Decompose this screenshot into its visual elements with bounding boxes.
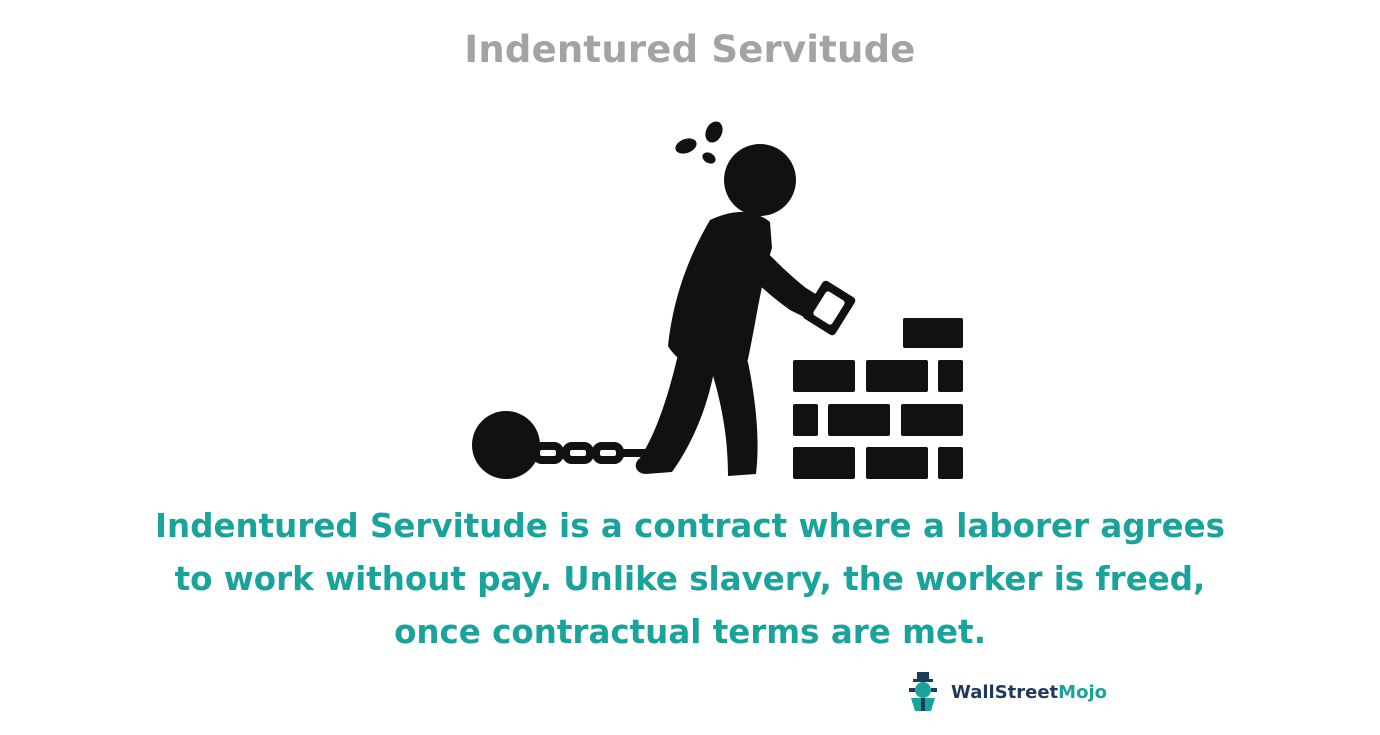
definition-text: Indentured Servitude is a contract where…	[90, 500, 1290, 659]
head-shape	[724, 144, 796, 216]
sweat-drops-icon	[675, 121, 723, 164]
brand-name-part2: Mojo	[1058, 681, 1107, 703]
definition-line: Indentured Servitude is a contract where…	[154, 507, 1226, 545]
brand-name: WallStreetMojo	[951, 682, 1107, 703]
front-leg-shape	[706, 354, 758, 476]
back-leg-shape	[635, 346, 716, 474]
wallstreetmojo-logo-icon	[909, 672, 937, 711]
infographic-page: Indentured Servitude Indentured Servitud…	[0, 0, 1380, 735]
iron-ball-shape	[472, 411, 540, 479]
laborer-chained-building-brick-wall-icon	[472, 121, 963, 479]
brand-name-part1: WallStreet	[951, 681, 1059, 703]
brick-wall-shape	[793, 318, 963, 479]
definition-line: to work without pay. Unlike slavery, the…	[174, 560, 1206, 598]
brand-logo: WallStreetMojo	[903, 670, 1107, 714]
chain-shape	[532, 442, 646, 464]
definition-line: once contractual terms are met.	[394, 613, 986, 651]
page-title: Indentured Servitude	[464, 28, 916, 71]
